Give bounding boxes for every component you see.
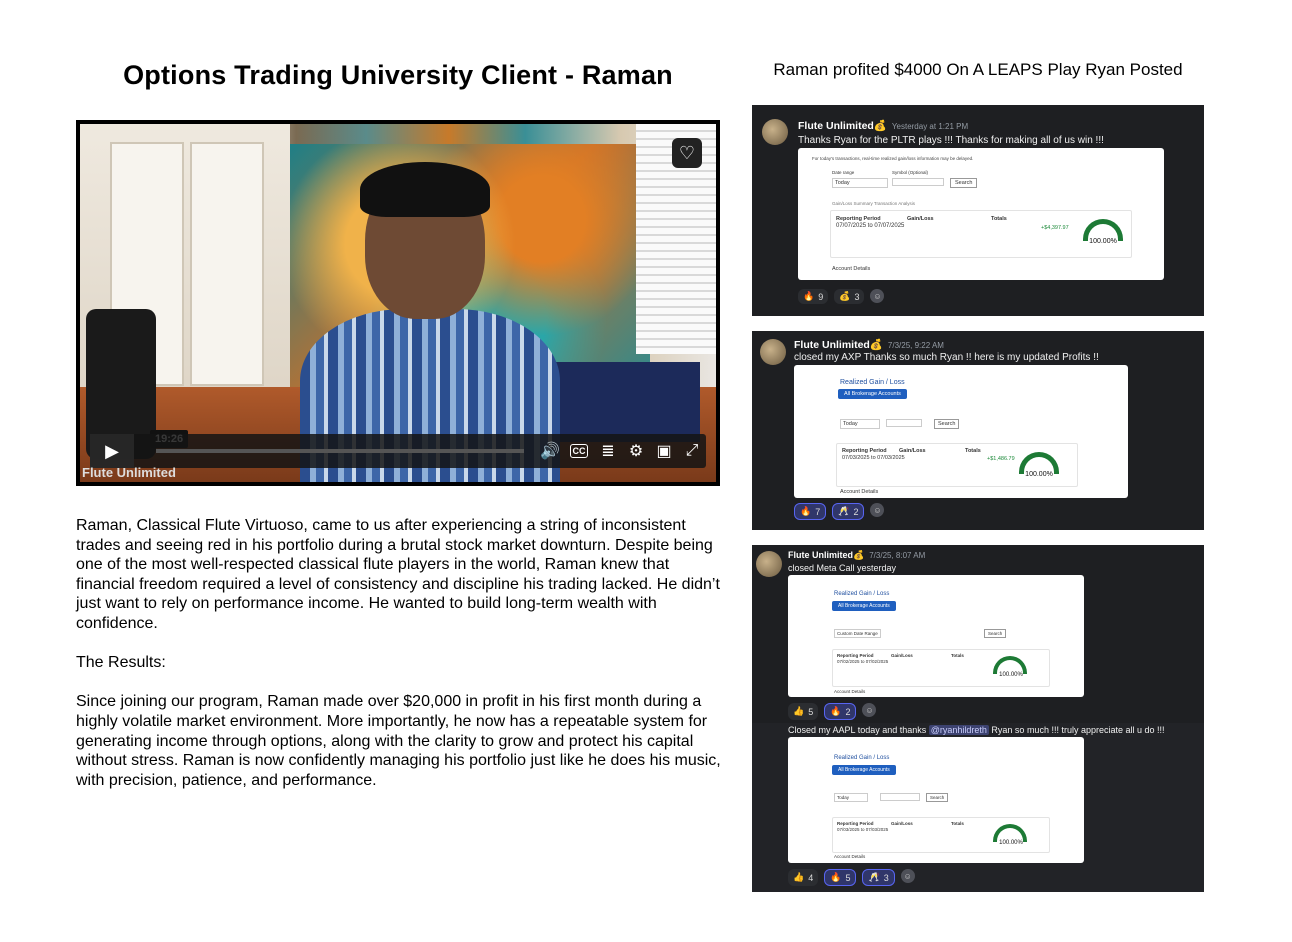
- summary-card: Reporting Period 07/03/2025 to 07/03/202…: [832, 817, 1050, 853]
- chat-post-2: Flute Unlimited💰 7/3/25, 9:22 AM closed m…: [752, 331, 1204, 530]
- reaction-fire[interactable]: 🔥 2: [824, 703, 857, 720]
- reaction-thumbs-up[interactable]: 👍 4: [788, 869, 819, 886]
- post-message: closed my AXP Thanks so much Ryan !! her…: [794, 352, 1099, 363]
- play-button[interactable]: ▶: [90, 434, 134, 468]
- post-message: Closed my AAPL today and thanks @ryanhil…: [788, 725, 1165, 735]
- post-message: Thanks Ryan for the PLTR plays !!! Thank…: [798, 135, 1104, 146]
- author-name[interactable]: Flute Unlimited💰: [788, 550, 864, 560]
- heart-icon[interactable]: ♡: [672, 138, 702, 168]
- results-heading: The Results:: [76, 654, 166, 672]
- reaction-cheers[interactable]: 🥂 2: [832, 503, 865, 520]
- chat-post-1: Flute Unlimited💰 Yesterday at 1:21 PM Tha…: [752, 105, 1204, 316]
- video-watermark: Flute Unlimited: [82, 465, 176, 480]
- reaction-bar: 🔥 7 🥂 2 ☺: [794, 503, 885, 520]
- attachment-screenshot[interactable]: For today's transactions, real-time real…: [798, 148, 1164, 280]
- accounts-button[interactable]: All Brokerage Accounts: [832, 601, 896, 611]
- post-time: 7/3/25, 9:22 AM: [887, 341, 944, 350]
- add-reaction-icon[interactable]: ☺: [870, 503, 885, 517]
- account-details-toggle[interactable]: Account Details: [832, 266, 870, 272]
- timeline-scrubber[interactable]: [156, 449, 524, 453]
- reaction-fire[interactable]: 🔥 5: [824, 869, 857, 886]
- attachment-screenshot[interactable]: Realized Gain / Loss All Brokerage Accou…: [788, 737, 1084, 863]
- accounts-button[interactable]: All Brokerage Accounts: [832, 765, 896, 775]
- date-range-select[interactable]: Today: [834, 793, 868, 802]
- reaction-bar: 🔥 9 💰 3 ☺: [798, 289, 885, 304]
- symbol-input[interactable]: [892, 178, 944, 186]
- reaction-fire[interactable]: 🔥 9: [798, 289, 829, 304]
- symbol-input[interactable]: [886, 419, 922, 427]
- post-message: closed Meta Call yesterday: [788, 563, 897, 573]
- reaction-bar: 👍 5 🔥 2 ☺: [788, 703, 877, 720]
- account-details-toggle[interactable]: Account Details: [834, 689, 865, 694]
- date-range-select[interactable]: Custom Date Range: [834, 629, 881, 638]
- avatar[interactable]: [756, 551, 782, 577]
- date-range-select[interactable]: Today: [840, 419, 880, 429]
- author-name[interactable]: Flute Unlimited💰: [794, 339, 883, 351]
- search-button[interactable]: Search: [934, 419, 960, 429]
- person-hair: [360, 162, 490, 217]
- account-details-toggle[interactable]: Account Details: [840, 489, 878, 495]
- attachment-screenshot[interactable]: Realized Gain / Loss All Brokerage Accou…: [788, 575, 1084, 697]
- play-icon: ▶: [105, 440, 119, 461]
- tabs[interactable]: Gain/Loss Summary Transaction Analysis: [832, 201, 915, 206]
- volume-icon[interactable]: 🔊: [536, 441, 564, 461]
- page-title: Options Trading University Client - Rama…: [123, 60, 673, 90]
- summary-card: Reporting Period 07/02/2025 to 07/02/202…: [832, 649, 1050, 687]
- chat-post-3: Flute Unlimited💰 7/3/25, 8:07 AM closed M…: [752, 545, 1204, 892]
- pip-icon[interactable]: ▣: [650, 441, 678, 461]
- reaction-thumbs-up[interactable]: 👍 5: [788, 703, 819, 720]
- attachment-screenshot[interactable]: Realized Gain / Loss All Brokerage Accou…: [794, 365, 1128, 498]
- summary-card: Reporting Period 07/03/2025 to 07/03/202…: [836, 443, 1078, 487]
- section-title: Raman profited $4000 On A LEAPS Play Rya…: [773, 60, 1183, 79]
- story-paragraph-1: Raman, Classical Flute Virtuoso, came to…: [76, 517, 720, 632]
- add-reaction-icon[interactable]: ☺: [870, 289, 885, 303]
- story-paragraph-2: Since joining our program, Raman made ov…: [76, 693, 721, 789]
- transcript-icon[interactable]: ≣: [594, 441, 622, 461]
- avatar[interactable]: [760, 339, 786, 365]
- add-reaction-icon[interactable]: ☺: [900, 869, 915, 883]
- accounts-button[interactable]: All Brokerage Accounts: [838, 389, 907, 399]
- avatar[interactable]: [762, 119, 788, 145]
- author-name[interactable]: Flute Unlimited💰: [798, 120, 887, 132]
- search-button[interactable]: Search: [926, 793, 949, 802]
- cc-icon[interactable]: CC: [570, 444, 588, 458]
- account-details-toggle[interactable]: Account Details: [834, 854, 865, 859]
- post-time: Yesterday at 1:21 PM: [891, 122, 969, 131]
- gear-icon[interactable]: ⚙: [622, 441, 650, 461]
- search-button[interactable]: Search: [984, 629, 1007, 638]
- post-time: 7/3/25, 8:07 AM: [869, 551, 926, 560]
- reaction-fire[interactable]: 🔥 7: [794, 503, 827, 520]
- video-control-bar[interactable]: ▶ 🔊 CC ≣ ⚙ ▣ ⤢: [90, 434, 706, 468]
- add-reaction-icon[interactable]: ☺: [862, 703, 877, 717]
- symbol-input[interactable]: [880, 793, 920, 801]
- reaction-money[interactable]: 💰 3: [834, 289, 865, 304]
- date-range-select[interactable]: Today: [832, 178, 888, 188]
- user-mention[interactable]: @ryanhildreth: [928, 725, 989, 735]
- summary-card: Reporting Period 07/07/2025 to 07/07/202…: [830, 210, 1132, 258]
- chat-post-4: Closed my AAPL today and thanks @ryanhil…: [752, 723, 1204, 892]
- search-button[interactable]: Search: [950, 178, 978, 188]
- testimonial-text: Raman, Classical Flute Virtuoso, came to…: [76, 516, 724, 810]
- fullscreen-icon[interactable]: ⤢: [678, 442, 706, 460]
- reaction-cheers[interactable]: 🥂 3: [862, 869, 895, 886]
- reaction-bar: 👍 4 🔥 5 🥂 3 ☺: [788, 869, 915, 886]
- video-frame[interactable]: ♡ 19:26 ▶ 🔊 CC ≣ ⚙ ▣ ⤢ Flute Unlimited: [80, 124, 716, 482]
- notice-text: For today's transactions, real-time real…: [812, 156, 974, 161]
- video-player[interactable]: ♡ 19:26 ▶ 🔊 CC ≣ ⚙ ▣ ⤢ Flute Unlimited: [76, 120, 720, 486]
